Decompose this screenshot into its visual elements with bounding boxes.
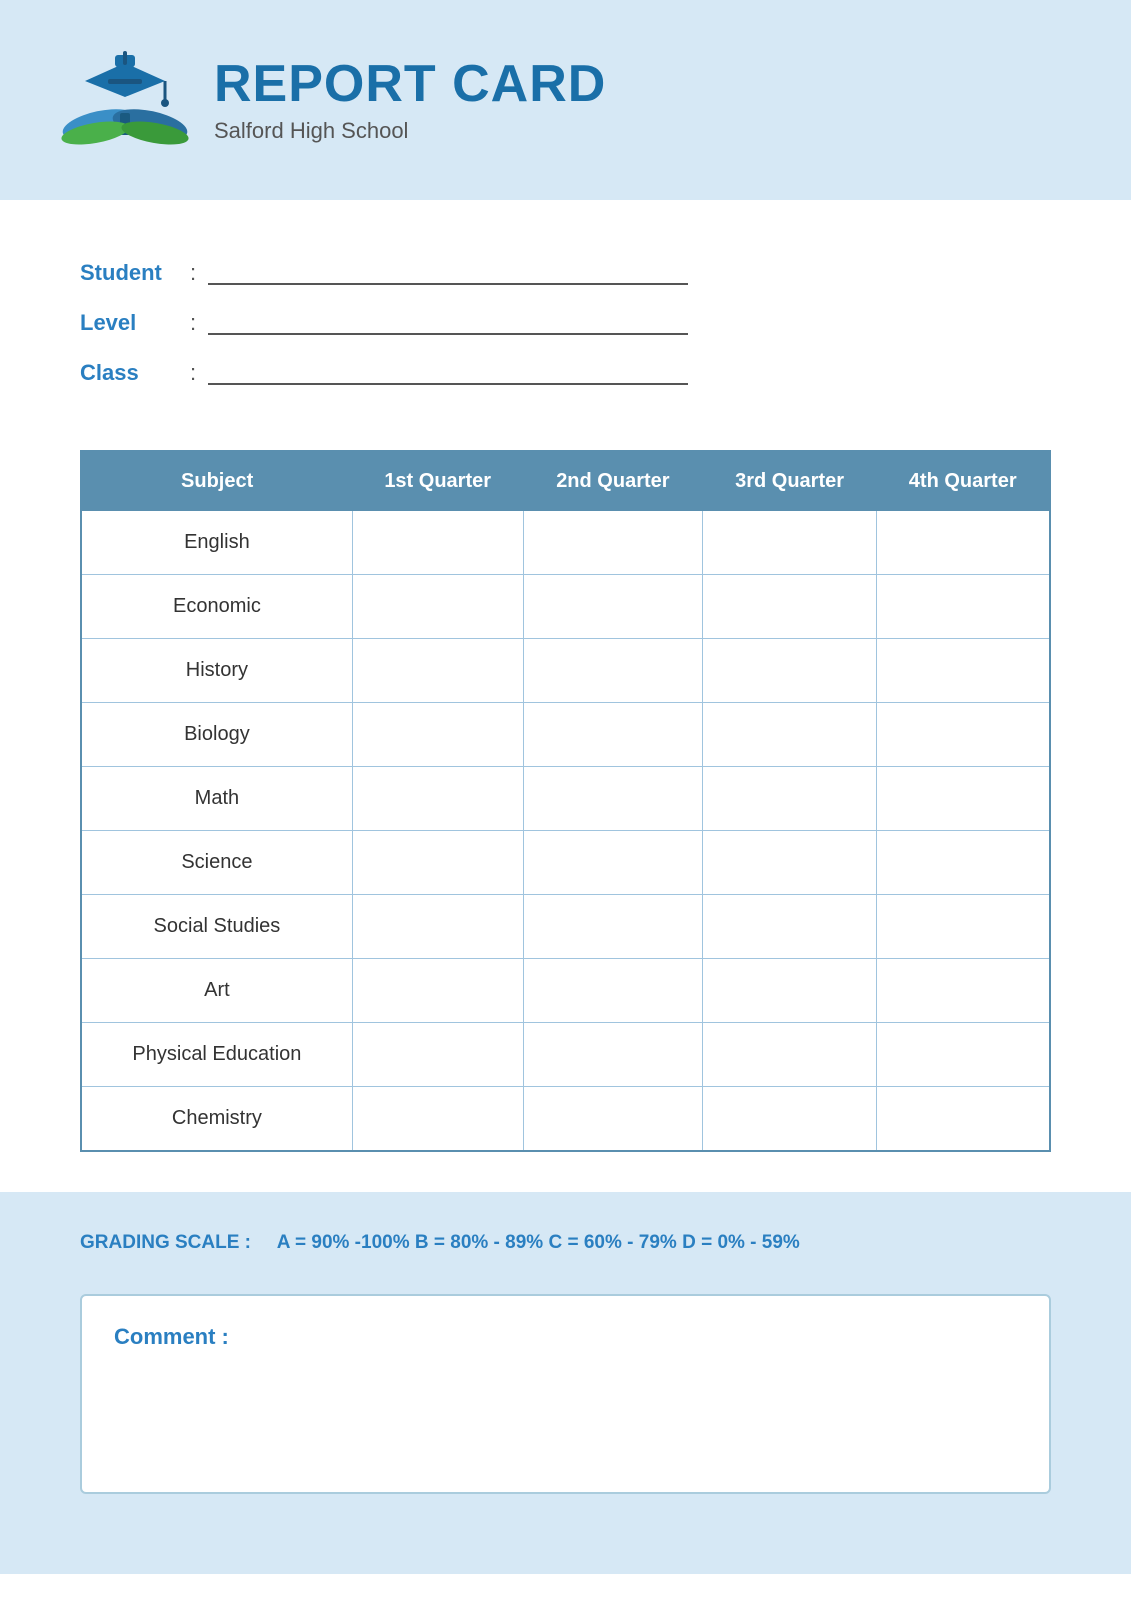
table-row: Social Studies <box>81 895 1050 959</box>
header-row: Subject 1st Quarter 2nd Quarter 3rd Quar… <box>81 451 1050 511</box>
grading-scale-text: GRADING SCALE : A = 90% -100% B = 80% - … <box>80 1232 800 1253</box>
col-q4: 4th Quarter <box>876 451 1050 511</box>
student-field[interactable] <box>208 261 688 285</box>
q1-cell[interactable] <box>352 1087 523 1152</box>
q1-cell[interactable] <box>352 895 523 959</box>
student-colon: : <box>190 260 196 286</box>
q3-cell[interactable] <box>703 703 877 767</box>
q3-cell[interactable] <box>703 831 877 895</box>
q1-cell[interactable] <box>352 639 523 703</box>
table-header: Subject 1st Quarter 2nd Quarter 3rd Quar… <box>81 451 1050 511</box>
class-row: Class : <box>80 360 1051 386</box>
student-row: Student : <box>80 260 1051 286</box>
class-field[interactable] <box>208 361 688 385</box>
table-row: Science <box>81 831 1050 895</box>
table-row: Math <box>81 767 1050 831</box>
subject-cell: Chemistry <box>81 1087 352 1152</box>
class-colon: : <box>190 360 196 386</box>
subject-cell: Math <box>81 767 352 831</box>
student-label: Student <box>80 260 190 286</box>
q2-cell[interactable] <box>523 703 703 767</box>
subject-cell: Economic <box>81 575 352 639</box>
q4-cell[interactable] <box>876 767 1050 831</box>
subject-cell: Art <box>81 959 352 1023</box>
level-field[interactable] <box>208 311 688 335</box>
q4-cell[interactable] <box>876 959 1050 1023</box>
q4-cell[interactable] <box>876 703 1050 767</box>
table-row: History <box>81 639 1050 703</box>
col-subject: Subject <box>81 451 352 511</box>
q4-cell[interactable] <box>876 639 1050 703</box>
table-row: Economic <box>81 575 1050 639</box>
q3-cell[interactable] <box>703 639 877 703</box>
q2-cell[interactable] <box>523 959 703 1023</box>
q4-cell[interactable] <box>876 511 1050 575</box>
q2-cell[interactable] <box>523 1087 703 1152</box>
q2-cell[interactable] <box>523 831 703 895</box>
q1-cell[interactable] <box>352 959 523 1023</box>
school-logo-icon <box>60 45 190 155</box>
grading-section: GRADING SCALE : A = 90% -100% B = 80% - … <box>0 1192 1131 1294</box>
q2-cell[interactable] <box>523 575 703 639</box>
level-colon: : <box>190 310 196 336</box>
col-q2: 2nd Quarter <box>523 451 703 511</box>
report-card-title: REPORT CARD <box>214 56 606 113</box>
q2-cell[interactable] <box>523 639 703 703</box>
subject-cell: Social Studies <box>81 895 352 959</box>
q1-cell[interactable] <box>352 767 523 831</box>
q2-cell[interactable] <box>523 767 703 831</box>
logo-area: REPORT CARD Salford High School <box>60 45 606 155</box>
q2-cell[interactable] <box>523 511 703 575</box>
subject-cell: History <box>81 639 352 703</box>
q3-cell[interactable] <box>703 1087 877 1152</box>
q3-cell[interactable] <box>703 959 877 1023</box>
col-q1: 1st Quarter <box>352 451 523 511</box>
grades-body: EnglishEconomicHistoryBiologyMathScience… <box>81 511 1050 1151</box>
q3-cell[interactable] <box>703 767 877 831</box>
subject-cell: Biology <box>81 703 352 767</box>
q3-cell[interactable] <box>703 511 877 575</box>
q2-cell[interactable] <box>523 895 703 959</box>
comment-section: Comment : <box>0 1294 1131 1574</box>
table-row: English <box>81 511 1050 575</box>
comment-box[interactable]: Comment : <box>80 1294 1051 1494</box>
q4-cell[interactable] <box>876 1023 1050 1087</box>
school-name: Salford High School <box>214 118 606 144</box>
q1-cell[interactable] <box>352 511 523 575</box>
grading-label: GRADING SCALE : <box>80 1232 251 1253</box>
q1-cell[interactable] <box>352 703 523 767</box>
level-label: Level <box>80 310 190 336</box>
subject-cell: Physical Education <box>81 1023 352 1087</box>
header: REPORT CARD Salford High School <box>0 0 1131 200</box>
col-q3: 3rd Quarter <box>703 451 877 511</box>
q4-cell[interactable] <box>876 575 1050 639</box>
table-section: Subject 1st Quarter 2nd Quarter 3rd Quar… <box>0 450 1131 1192</box>
title-area: REPORT CARD Salford High School <box>214 56 606 143</box>
subject-cell: Science <box>81 831 352 895</box>
q3-cell[interactable] <box>703 895 877 959</box>
table-row: Chemistry <box>81 1087 1050 1152</box>
q4-cell[interactable] <box>876 895 1050 959</box>
class-label: Class <box>80 360 190 386</box>
q4-cell[interactable] <box>876 1087 1050 1152</box>
q1-cell[interactable] <box>352 1023 523 1087</box>
q1-cell[interactable] <box>352 831 523 895</box>
q3-cell[interactable] <box>703 1023 877 1087</box>
grading-scale-values: A = 90% -100% B = 80% - 89% C = 60% - 79… <box>277 1232 800 1253</box>
level-row: Level : <box>80 310 1051 336</box>
info-section: Student : Level : Class : <box>0 200 1131 450</box>
table-row: Art <box>81 959 1050 1023</box>
subject-cell: English <box>81 511 352 575</box>
q4-cell[interactable] <box>876 831 1050 895</box>
q2-cell[interactable] <box>523 1023 703 1087</box>
table-row: Biology <box>81 703 1050 767</box>
grades-table: Subject 1st Quarter 2nd Quarter 3rd Quar… <box>80 450 1051 1152</box>
q3-cell[interactable] <box>703 575 877 639</box>
table-row: Physical Education <box>81 1023 1050 1087</box>
q1-cell[interactable] <box>352 575 523 639</box>
comment-label: Comment : <box>114 1324 1017 1350</box>
